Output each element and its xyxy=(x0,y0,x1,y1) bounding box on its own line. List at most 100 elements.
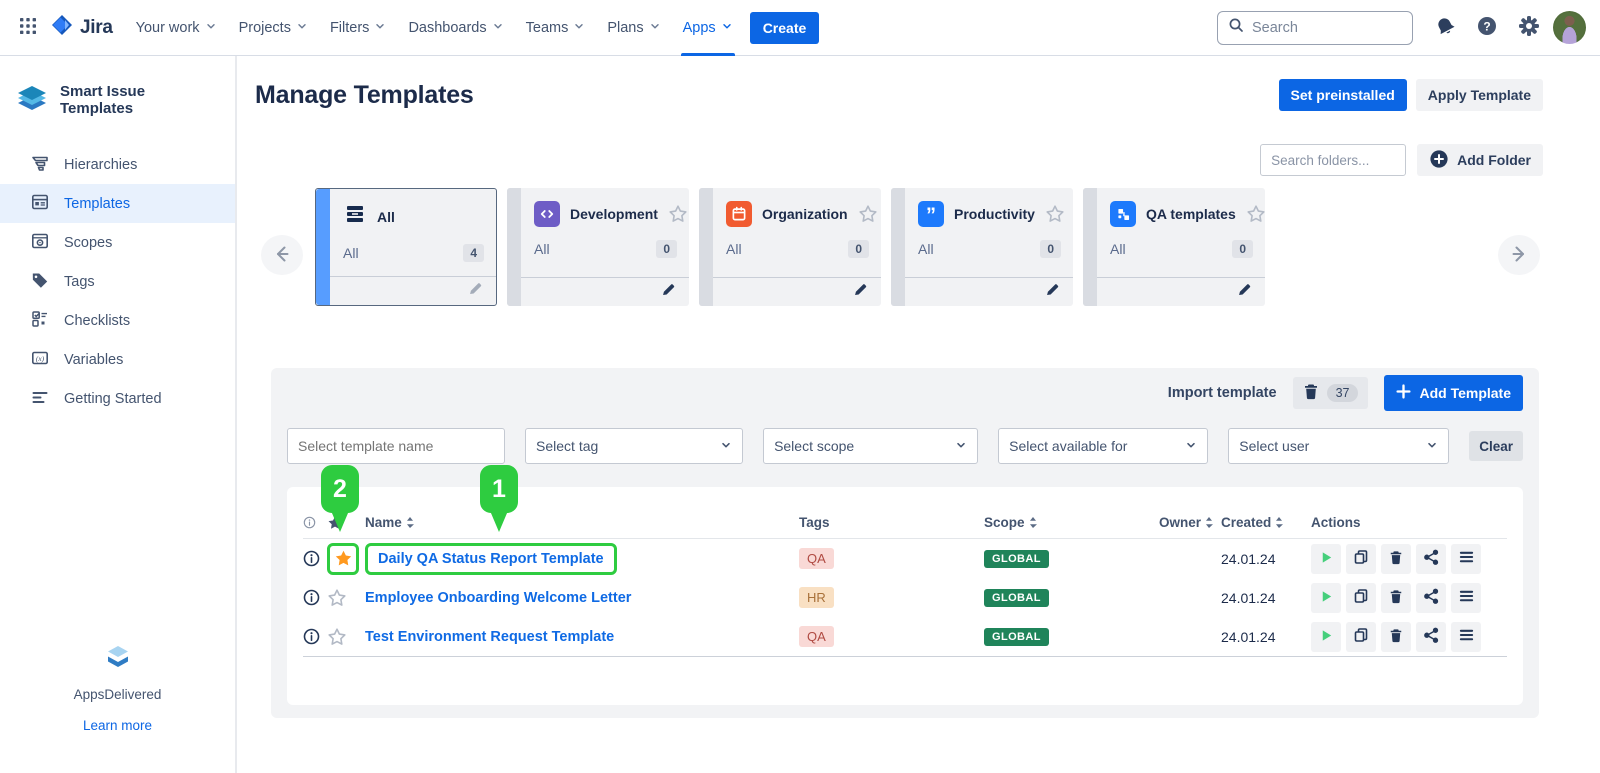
nav-dashboards[interactable]: Dashboards xyxy=(397,0,514,56)
template-name-link[interactable]: Daily QA Status Report Template xyxy=(378,551,604,567)
nav-filters[interactable]: Filters xyxy=(319,0,397,56)
smart-issue-templates-logo-icon xyxy=(15,84,49,117)
global-search[interactable] xyxy=(1217,11,1413,45)
edit-pencil-icon[interactable] xyxy=(661,282,676,302)
nav-projects[interactable]: Projects xyxy=(228,0,319,56)
global-search-input[interactable] xyxy=(1252,20,1392,36)
folder-count-badge: 0 xyxy=(656,240,677,258)
delete-action-button[interactable] xyxy=(1381,544,1411,574)
add-template-button[interactable]: Add Template xyxy=(1384,375,1523,411)
carousel-prev-button[interactable] xyxy=(261,235,303,275)
carousel-next-button[interactable] xyxy=(1498,235,1540,275)
import-template-link[interactable]: Import template xyxy=(1168,385,1277,401)
copy-action-button[interactable] xyxy=(1346,622,1376,652)
filter-template-name-input[interactable] xyxy=(287,428,505,464)
template-name-link[interactable]: Employee Onboarding Welcome Letter xyxy=(365,590,631,606)
sidebar-item-templates[interactable]: Templates xyxy=(0,184,235,223)
folder-card-qa-templates[interactable]: QA templates All 0 xyxy=(1083,188,1265,306)
sidebar-item-getting-started[interactable]: Getting Started xyxy=(0,379,235,418)
star-outline-icon[interactable] xyxy=(1045,204,1065,224)
search-folders-input[interactable] xyxy=(1260,144,1406,176)
filter-available-for-select[interactable]: Select available for xyxy=(998,428,1208,464)
user-avatar[interactable] xyxy=(1553,11,1586,44)
apply-template-button[interactable]: Apply Template xyxy=(1416,79,1543,111)
filter-scope-value: Select scope xyxy=(774,438,854,454)
blocks-icon xyxy=(1110,201,1136,227)
top-navigation-bar: Jira Your work Projects Filters Dashboar… xyxy=(0,0,1600,56)
scope-badge: GLOBAL xyxy=(984,628,1049,646)
create-button[interactable]: Create xyxy=(750,12,820,44)
set-preinstalled-button[interactable]: Set preinstalled xyxy=(1279,79,1407,111)
column-header-owner[interactable]: Owner xyxy=(1159,515,1221,530)
code-icon xyxy=(534,201,560,227)
trash-bin-button[interactable]: 37 xyxy=(1293,377,1369,409)
copy-action-button[interactable] xyxy=(1346,583,1376,613)
star-outline-icon[interactable] xyxy=(668,204,688,224)
favorite-star-icon[interactable] xyxy=(327,588,365,608)
delete-action-button[interactable] xyxy=(1381,583,1411,613)
notifications-button[interactable] xyxy=(1427,10,1463,46)
favorite-star-icon[interactable] xyxy=(334,549,353,568)
jira-logo[interactable]: Jira xyxy=(46,13,125,42)
star-outline-icon[interactable] xyxy=(858,204,878,224)
chevron-down-icon xyxy=(205,20,217,36)
info-icon[interactable] xyxy=(303,550,327,567)
column-header-name[interactable]: Name xyxy=(365,515,799,530)
star-outline-icon[interactable] xyxy=(1246,204,1266,224)
folder-card-all[interactable]: All All 4 xyxy=(315,188,497,306)
variables-icon: (x) xyxy=(30,348,50,372)
nav-teams[interactable]: Teams xyxy=(515,0,597,56)
sidebar-item-tags[interactable]: Tags xyxy=(0,262,235,301)
sidebar-item-checklists[interactable]: Checklists xyxy=(0,301,235,340)
info-icon[interactable] xyxy=(303,628,327,645)
share-action-button[interactable] xyxy=(1416,544,1446,574)
hamburger-menu-icon xyxy=(1459,589,1474,606)
hamburger-menu-icon xyxy=(1459,628,1474,645)
apply-action-button[interactable] xyxy=(1311,544,1341,574)
apply-action-button[interactable] xyxy=(1311,622,1341,652)
template-name-link[interactable]: Test Environment Request Template xyxy=(365,629,614,645)
favorite-star-icon[interactable] xyxy=(327,627,365,647)
chevron-down-icon xyxy=(573,20,585,36)
more-menu-button[interactable] xyxy=(1451,622,1481,652)
nav-apps[interactable]: Apps xyxy=(672,0,744,56)
app-switcher-button[interactable] xyxy=(10,10,46,46)
nav-plans[interactable]: Plans xyxy=(596,0,671,56)
filter-scope-select[interactable]: Select scope xyxy=(763,428,978,464)
folder-sub-label: All xyxy=(726,241,742,257)
share-icon xyxy=(1423,627,1439,646)
sidebar-item-variables[interactable]: (x) Variables xyxy=(0,340,235,379)
share-action-button[interactable] xyxy=(1416,622,1446,652)
column-header-created[interactable]: Created xyxy=(1221,515,1311,530)
settings-button[interactable] xyxy=(1511,10,1547,46)
sidebar-item-label: Hierarchies xyxy=(64,157,137,173)
more-menu-button[interactable] xyxy=(1451,544,1481,574)
folder-card-organization[interactable]: Organization All 0 xyxy=(699,188,881,306)
add-folder-button[interactable]: Add Folder xyxy=(1417,144,1543,176)
folder-card-productivity[interactable]: ” Productivity All 0 xyxy=(891,188,1073,306)
edit-pencil-icon[interactable] xyxy=(853,282,868,302)
copy-action-button[interactable] xyxy=(1346,544,1376,574)
nav-your-work[interactable]: Your work xyxy=(125,0,228,56)
svg-text:”: ” xyxy=(926,205,936,225)
help-button[interactable]: ? xyxy=(1469,10,1505,46)
sidebar-item-hierarchies[interactable]: Hierarchies xyxy=(0,145,235,184)
apply-action-button[interactable] xyxy=(1311,583,1341,613)
chevron-down-icon xyxy=(1185,438,1197,454)
sidebar-item-scopes[interactable]: Scopes xyxy=(0,223,235,262)
delete-action-button[interactable] xyxy=(1381,622,1411,652)
learn-more-link[interactable]: Learn more xyxy=(83,718,152,733)
getting-started-icon xyxy=(30,387,50,411)
info-icon[interactable] xyxy=(303,589,327,606)
sidebar-item-label: Variables xyxy=(64,352,123,368)
created-date: 24.01.24 xyxy=(1221,590,1311,606)
edit-pencil-icon[interactable] xyxy=(1045,282,1060,302)
edit-pencil-icon[interactable] xyxy=(1237,282,1252,302)
folder-card-development[interactable]: Development All 0 xyxy=(507,188,689,306)
filter-tag-select[interactable]: Select tag xyxy=(525,428,743,464)
share-action-button[interactable] xyxy=(1416,583,1446,613)
filter-user-select[interactable]: Select user xyxy=(1228,428,1449,464)
column-header-scope[interactable]: Scope xyxy=(984,515,1159,530)
more-menu-button[interactable] xyxy=(1451,583,1481,613)
clear-filters-button[interactable]: Clear xyxy=(1469,431,1523,461)
